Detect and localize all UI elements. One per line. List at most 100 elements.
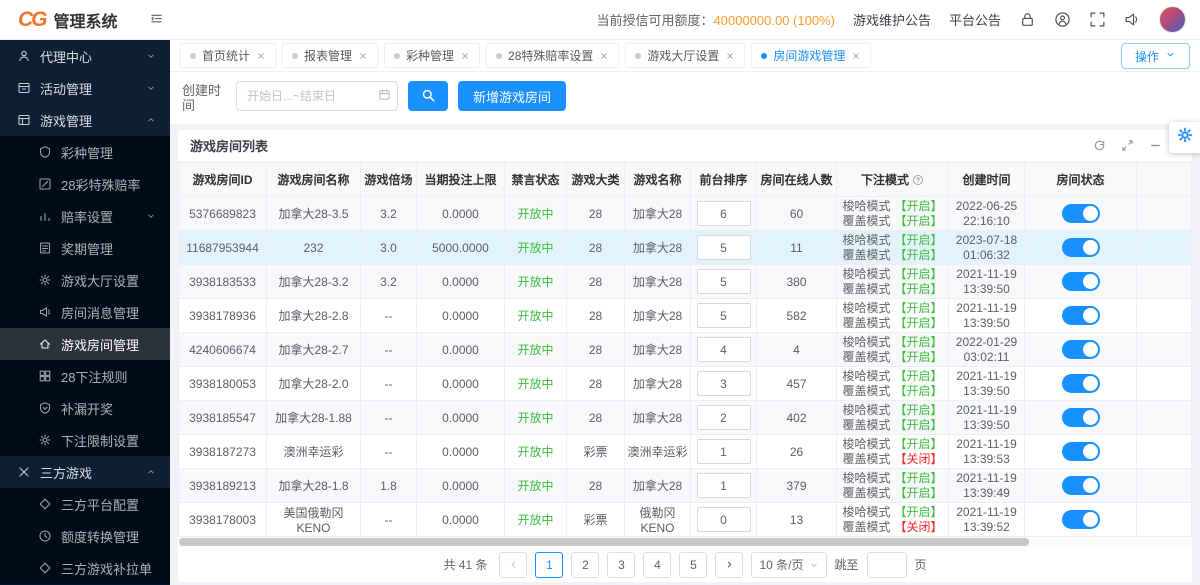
tab-彩种管理[interactable]: 彩种管理: [384, 43, 480, 68]
sidebar-item-游戏房间管理[interactable]: 游戏房间管理: [0, 328, 170, 360]
sort-order-input[interactable]: [697, 405, 751, 430]
close-icon[interactable]: [851, 51, 861, 61]
page-button-3[interactable]: 3: [607, 552, 635, 578]
scrollbar-thumb[interactable]: [179, 538, 1029, 546]
help-icon[interactable]: [912, 174, 924, 186]
lock-icon[interactable]: [1019, 11, 1036, 28]
add-room-button[interactable]: 新增游戏房间: [458, 81, 566, 111]
sort-order-input[interactable]: [697, 303, 751, 328]
room-status-toggle[interactable]: [1062, 272, 1100, 291]
column-header-游戏房间名称: 游戏房间名称: [267, 163, 361, 197]
settings-gear-button[interactable]: [1169, 122, 1200, 153]
cell-bet-limit: 0.0000: [417, 503, 505, 537]
sidebar-item-游戏管理[interactable]: 游戏管理: [0, 104, 170, 136]
room-status-toggle[interactable]: [1062, 442, 1100, 461]
page-button-5[interactable]: 5: [679, 552, 707, 578]
sound-icon[interactable]: [1124, 11, 1141, 28]
sort-order-input[interactable]: [697, 473, 751, 498]
tab-报表管理[interactable]: 报表管理: [282, 43, 378, 68]
close-icon[interactable]: [358, 51, 368, 61]
cell-bet-limit: 0.0000: [417, 299, 505, 333]
date-range-input[interactable]: [236, 81, 398, 111]
odds-icon: [38, 209, 52, 223]
cell-created-time: 2022-01-2903:02:11: [949, 333, 1025, 367]
sidebar-item-补漏开奖[interactable]: 补漏开奖: [0, 392, 170, 424]
sidebar-collapse-icon[interactable]: [150, 12, 165, 27]
maintenance-notice-link[interactable]: 游戏维护公告: [853, 10, 931, 29]
sidebar-item-代理中心[interactable]: 代理中心: [0, 40, 170, 72]
cell-room-status: [1025, 503, 1137, 537]
chevron-down-icon: [809, 560, 819, 570]
sidebar-item-label: 游戏房间管理: [61, 335, 170, 354]
sidebar-item-三方游戏[interactable]: 三方游戏: [0, 456, 170, 488]
sidebar-item-彩种管理[interactable]: 彩种管理: [0, 136, 170, 168]
cell-room-name: 加拿大28-3.5: [267, 197, 361, 231]
sidebar-item-三方平台配置[interactable]: 三方平台配置: [0, 488, 170, 520]
table-row: 3938180053加拿大28-2.0--0.0000开放中28加拿大28457…: [179, 367, 1192, 401]
sort-order-input[interactable]: [697, 269, 751, 294]
platform-notice-link[interactable]: 平台公告: [949, 10, 1001, 29]
chevron-up-icon: [146, 467, 156, 477]
search-button[interactable]: [408, 81, 448, 111]
sidebar-item-活动管理[interactable]: 活动管理: [0, 72, 170, 104]
cell-room-id: 11687953944: [179, 231, 267, 265]
refresh-icon[interactable]: [1093, 139, 1106, 152]
sidebar-item-28彩特殊赔率[interactable]: 28彩特殊赔率: [0, 168, 170, 200]
sidebar-item-额度转换管理[interactable]: 额度转换管理: [0, 520, 170, 552]
room-status-toggle[interactable]: [1062, 374, 1100, 393]
action-dropdown-button[interactable]: 操作: [1121, 43, 1190, 69]
page-button-2[interactable]: 2: [571, 552, 599, 578]
sort-order-input[interactable]: [697, 371, 751, 396]
cell-bet-modes: 梭哈模式【开启】覆盖模式【开启】: [837, 265, 949, 299]
close-icon[interactable]: [460, 51, 470, 61]
expand-icon[interactable]: [1121, 139, 1134, 152]
page-button-1[interactable]: 1: [535, 552, 563, 578]
sort-order-input[interactable]: [697, 235, 751, 260]
sidebar-item-28下注规则[interactable]: 28下注规则: [0, 360, 170, 392]
service-icon[interactable]: [1054, 11, 1071, 28]
close-icon[interactable]: [256, 51, 266, 61]
sort-order-input[interactable]: [697, 337, 751, 362]
minimize-icon[interactable]: [1149, 139, 1162, 152]
game-icon: [17, 113, 31, 127]
sidebar-item-房间消息管理[interactable]: 房间消息管理: [0, 296, 170, 328]
room-status-toggle[interactable]: [1062, 340, 1100, 359]
tab-房间游戏管理[interactable]: 房间游戏管理: [751, 43, 871, 68]
room-status-toggle[interactable]: [1062, 408, 1100, 427]
room-status-toggle[interactable]: [1062, 238, 1100, 257]
sidebar-item-游戏大厅设置[interactable]: 游戏大厅设置: [0, 264, 170, 296]
top-header: CG 管理系统 当前授信可用额度：40000000.00 (100%) 游戏维护…: [0, 0, 1200, 40]
jump-page-input[interactable]: [867, 552, 907, 578]
home-icon: [38, 337, 52, 351]
sidebar-item-下注限制设置[interactable]: 下注限制设置: [0, 424, 170, 456]
room-table: 游戏房间ID游戏房间名称游戏倍场当期投注上限禁言状态游戏大类游戏名称前台排序房间…: [178, 162, 1192, 537]
sidebar-item-奖期管理[interactable]: 奖期管理: [0, 232, 170, 264]
sort-order-input[interactable]: [697, 507, 751, 532]
tab-首页统计[interactable]: 首页统计: [180, 43, 276, 68]
tab-28特殊赔率设置[interactable]: 28特殊赔率设置: [486, 43, 619, 68]
tab-游戏大厅设置[interactable]: 游戏大厅设置: [625, 43, 745, 68]
close-icon[interactable]: [725, 51, 735, 61]
sort-order-input[interactable]: [697, 439, 751, 464]
user-avatar[interactable]: [1159, 6, 1186, 33]
sidebar-item-赔率设置[interactable]: 赔率设置: [0, 200, 170, 232]
cell-multiplier: 3.2: [361, 265, 417, 299]
close-icon[interactable]: [599, 51, 609, 61]
per-page-select[interactable]: 10 条/页: [751, 552, 826, 578]
room-status-toggle[interactable]: [1062, 204, 1100, 223]
cell-bet-modes: 梭哈模式【开启】覆盖模式【开启】: [837, 333, 949, 367]
sort-order-input[interactable]: [697, 201, 751, 226]
page-button-4[interactable]: 4: [643, 552, 671, 578]
prev-page-button[interactable]: [499, 552, 527, 578]
sidebar-item-label: 28下注规则: [61, 367, 170, 386]
room-status-toggle[interactable]: [1062, 306, 1100, 325]
next-page-button[interactable]: [715, 552, 743, 578]
room-status-toggle[interactable]: [1062, 510, 1100, 529]
column-header-游戏倍场: 游戏倍场: [361, 163, 417, 197]
room-status-toggle[interactable]: [1062, 476, 1100, 495]
column-header-下注模式: 下注模式: [837, 163, 949, 197]
column-header-房间在线人数: 房间在线人数: [757, 163, 837, 197]
cell-online-count: 11: [757, 231, 837, 265]
sidebar-item-三方游戏补拉单[interactable]: 三方游戏补拉单: [0, 552, 170, 584]
fullscreen-icon[interactable]: [1089, 11, 1106, 28]
